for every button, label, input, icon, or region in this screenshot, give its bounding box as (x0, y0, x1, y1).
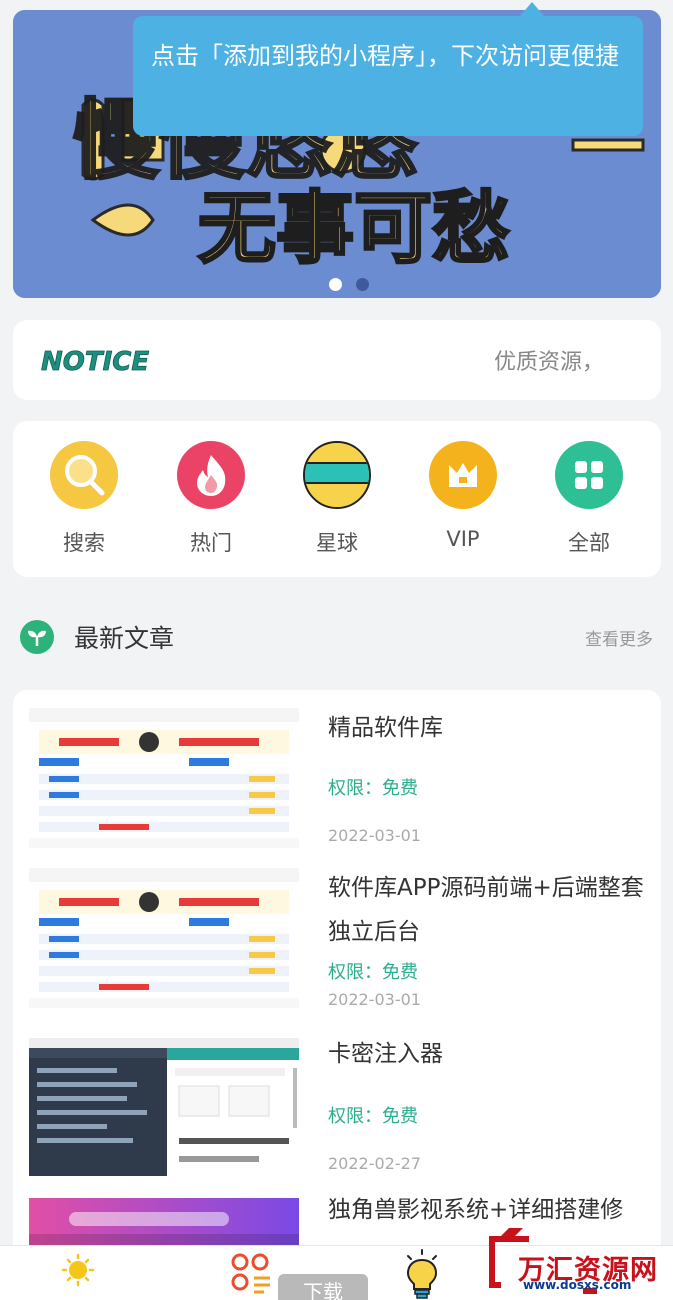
menu-label-hot: 热门 (190, 531, 232, 555)
article-date: 2022-02-27 (328, 1154, 421, 1173)
article-title[interactable]: 精品软件库 (328, 706, 644, 750)
nav-ideas[interactable] (372, 1246, 472, 1300)
section-title: 最新文章 (74, 624, 175, 653)
menu-label-vip: VIP (446, 527, 480, 551)
notice-logo-text: NOTICE (41, 347, 149, 377)
article-item[interactable]: 卡密注入器 权限：免费 2022-02-27 (13, 1020, 661, 1185)
article-thumbnail (29, 868, 299, 1008)
view-more-link[interactable]: 查看更多 (585, 625, 653, 650)
article-permission: 权限：免费 (328, 962, 418, 983)
menu-item-planet[interactable]: 星球 (287, 441, 387, 557)
carousel-dot-active[interactable] (329, 278, 342, 291)
tooltip-text: 点击「添加到我的小程序」，下次访问更便捷 (151, 42, 619, 70)
menu-label-search: 搜索 (63, 531, 105, 555)
menu-item-search[interactable]: 搜索 (34, 441, 134, 557)
article-date: 2022-03-01 (328, 990, 421, 1009)
planet-icon (303, 441, 371, 509)
article-item[interactable]: 精品软件库 权限：免费 2022-03-01 (13, 690, 661, 855)
banner-text-bottom: 无事可愁 (198, 184, 510, 274)
search-icon (50, 441, 118, 509)
menu-item-all[interactable]: 全部 (539, 441, 639, 557)
flame-icon (177, 441, 245, 509)
tooltip-arrow (520, 2, 544, 16)
notice-bar[interactable]: NOTICE 优质资源， (13, 320, 661, 400)
article-date: 2022-03-01 (328, 826, 421, 845)
menu-item-vip[interactable]: VIP (413, 441, 513, 551)
menu-item-hot[interactable]: 热门 (161, 441, 261, 557)
article-list: 精品软件库 权限：免费 2022-03-01 软件库APP源码前端+后端整套独立… (13, 690, 661, 1300)
site-watermark: 万汇资源网 www.dosxs.com (485, 1222, 673, 1300)
crown-icon (429, 441, 497, 509)
menu-label-planet: 星球 (316, 531, 358, 555)
article-thumbnail (29, 1038, 299, 1178)
article-thumbnail (29, 708, 299, 848)
article-permission: 权限：免费 (328, 778, 418, 799)
sun-icon (61, 1253, 95, 1287)
download-button[interactable]: 下载 (278, 1274, 368, 1300)
sprout-icon (20, 620, 54, 654)
article-title[interactable]: 卡密注入器 (328, 1032, 644, 1076)
quick-menu: 搜索 热门 星球 VIP 全部 (13, 421, 661, 577)
carousel-dot[interactable] (356, 278, 369, 291)
article-title[interactable]: 软件库APP源码前端+后端整套独立后台 (328, 866, 644, 954)
article-permission: 权限：免费 (328, 1106, 418, 1127)
article-item[interactable]: 软件库APP源码前端+后端整套独立后台 权限：免费 2022-03-01 (13, 850, 661, 1015)
watermark-url: www.dosxs.com (523, 1278, 632, 1292)
notice-marquee: 优质资源， (494, 350, 605, 375)
nav-home[interactable] (28, 1246, 128, 1300)
bulb-icon (406, 1249, 438, 1299)
carousel-indicator (329, 278, 369, 291)
add-to-mini-program-tooltip[interactable]: 点击「添加到我的小程序」，下次访问更便捷 (133, 16, 643, 136)
latest-articles-header: 最新文章 查看更多 (20, 615, 653, 659)
grid-icon (555, 441, 623, 509)
menu-label-all: 全部 (568, 531, 610, 555)
notice-logo: NOTICE (41, 347, 150, 378)
